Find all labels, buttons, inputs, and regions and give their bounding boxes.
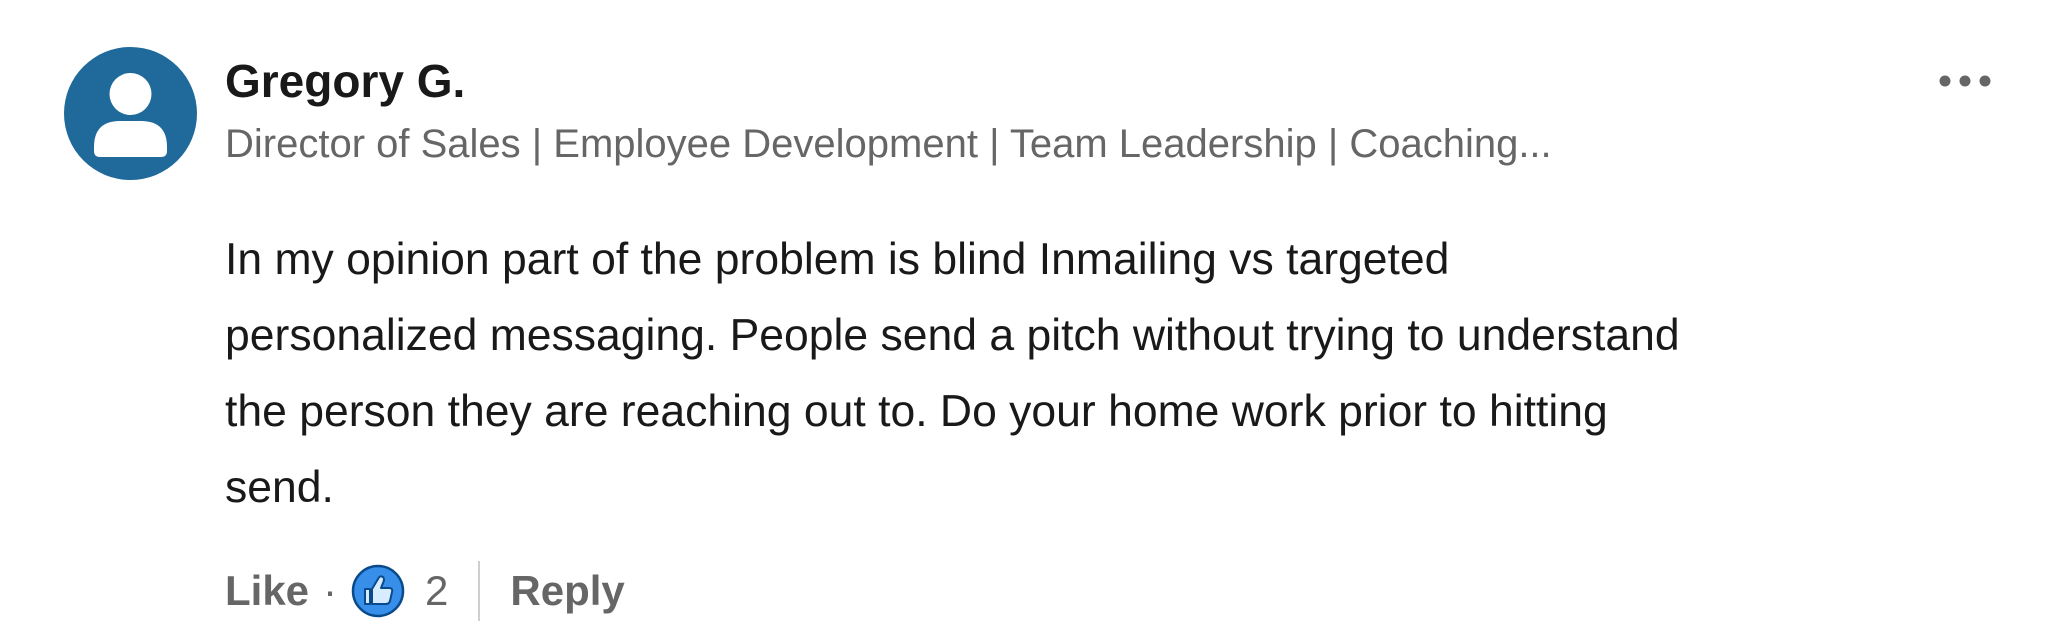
reaction-count[interactable]: 2	[425, 567, 448, 615]
reply-button[interactable]: Reply	[510, 567, 624, 615]
divider	[478, 561, 481, 621]
more-options-button[interactable]	[1936, 66, 1994, 96]
comment-line: personalized messaging. People send a pi…	[225, 311, 1680, 360]
comment-actions: Like · 2 Reply	[225, 560, 625, 622]
person-silhouette-icon	[94, 73, 167, 157]
comment-line: the person they are reaching out to. Do …	[225, 387, 1608, 436]
comment-line: send.	[225, 463, 334, 512]
author-name[interactable]: Gregory G.	[225, 58, 465, 104]
comment-text: In my opinion part of the problem is bli…	[225, 222, 2025, 526]
like-button[interactable]: Like	[225, 567, 309, 615]
more-horizontal-icon	[1939, 75, 1991, 87]
thumbs-up-icon[interactable]	[351, 564, 405, 618]
comment-line: In my opinion part of the problem is bli…	[225, 235, 1450, 284]
avatar[interactable]	[64, 47, 197, 180]
separator-dot: ·	[323, 567, 338, 614]
author-headline: Director of Sales | Employee Development…	[225, 122, 1552, 166]
